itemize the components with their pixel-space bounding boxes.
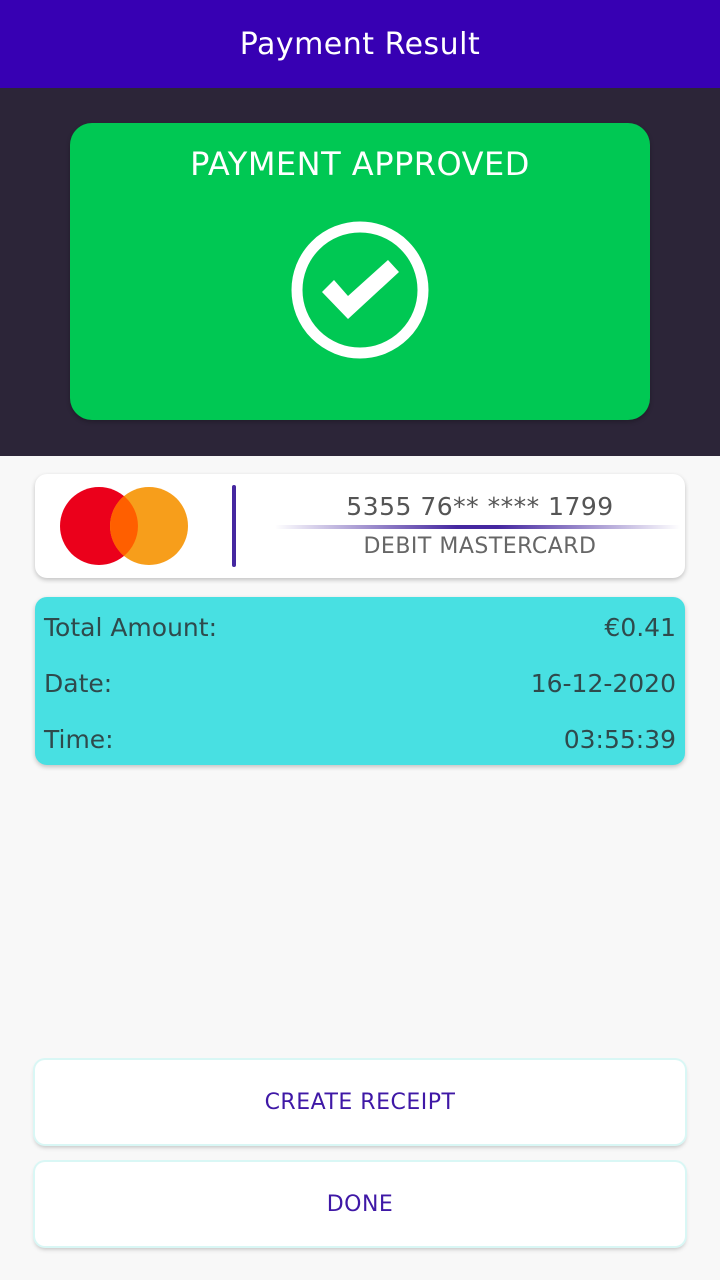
total-amount-value: €0.41 xyxy=(604,612,676,642)
payment-status-title: PAYMENT APPROVED xyxy=(190,145,530,183)
app-bar: Payment Result xyxy=(0,0,720,88)
detail-row-amount: Total Amount: €0.41 xyxy=(44,607,676,647)
mastercard-logo xyxy=(60,487,188,565)
create-receipt-button[interactable]: CREATE RECEIPT xyxy=(35,1060,685,1144)
detail-row-date: Date: 16-12-2020 xyxy=(44,663,676,703)
date-label: Date: xyxy=(44,668,113,698)
payment-status-card: PAYMENT APPROVED xyxy=(70,123,650,420)
status-section: PAYMENT APPROVED xyxy=(0,88,720,456)
transaction-details: Total Amount: €0.41 Date: 16-12-2020 Tim… xyxy=(35,597,685,765)
card-type-label: DEBIT MASTERCARD xyxy=(363,534,597,559)
horizontal-divider xyxy=(275,525,680,529)
vertical-divider xyxy=(232,485,236,567)
masked-card-number: 5355 76** **** 1799 xyxy=(346,492,614,521)
time-label: Time: xyxy=(44,724,114,754)
detail-row-time: Time: 03:55:39 xyxy=(44,719,676,759)
payment-card-info: 5355 76** **** 1799 DEBIT MASTERCARD xyxy=(35,474,685,578)
date-value: 16-12-2020 xyxy=(530,668,676,698)
page-title: Payment Result xyxy=(239,26,481,62)
check-circle-icon xyxy=(291,221,429,359)
time-value: 03:55:39 xyxy=(563,724,676,754)
done-button[interactable]: DONE xyxy=(35,1162,685,1246)
total-amount-label: Total Amount: xyxy=(44,612,217,642)
